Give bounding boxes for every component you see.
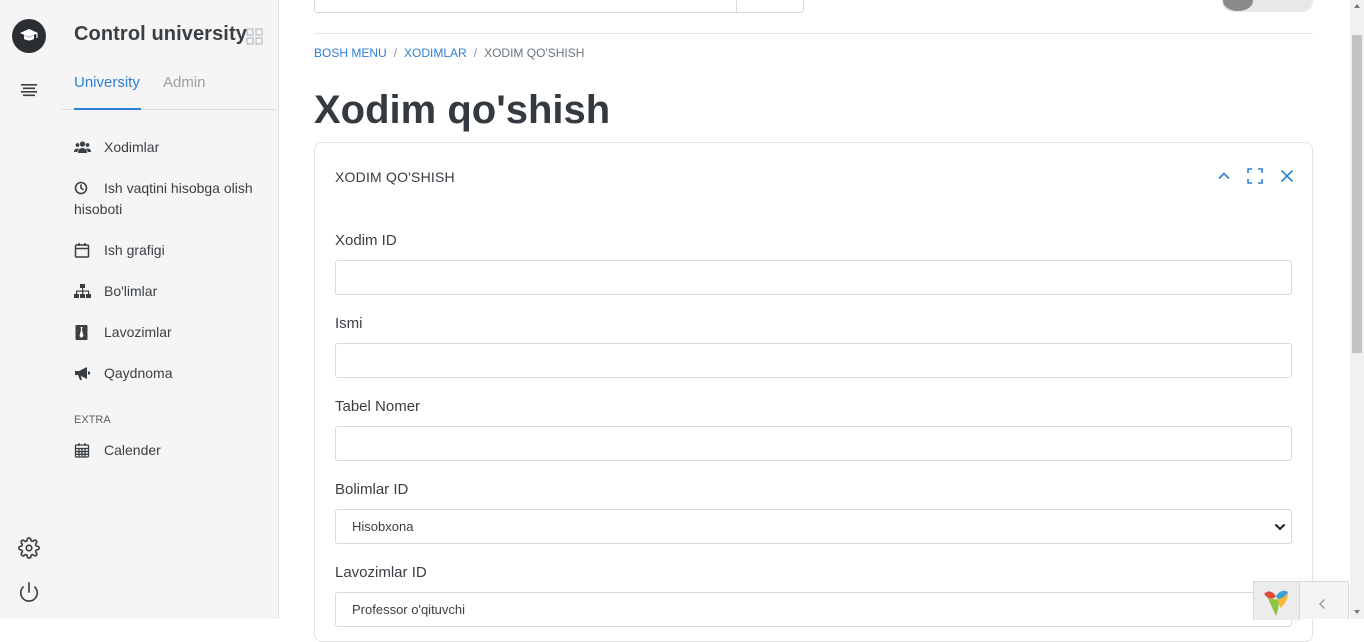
sidebar-item-label: Xodimlar [104, 139, 160, 155]
sidebar-item-label: Ish grafigi [104, 242, 165, 258]
sidebar-item-label: Bo'limlar [104, 283, 158, 299]
sidebar-item-ish-vaqti[interactable]: Ish vaqtini hisobga olish hisoboti [74, 178, 274, 220]
card-title: XODIM QO'SHISH [335, 169, 455, 185]
debug-toolbar [1253, 581, 1349, 620]
bolimlar-select[interactable]: Hisobxona [335, 509, 1292, 544]
select-value: Professor o'qituvchi [352, 602, 466, 617]
form-card: XODIM QO'SHISH Xodim ID Ismi Tabel Nomer… [314, 142, 1313, 642]
breadcrumb: BOSH MENU / XODIMLAR / XODIM QO'SHISH [314, 46, 584, 60]
chevron-down-icon [1273, 520, 1287, 534]
tabel-nomer-input[interactable] [335, 426, 1292, 461]
app-title: Control university [74, 23, 247, 45]
breadcrumb-current: XODIM QO'SHISH [484, 46, 585, 60]
power-icon[interactable] [18, 581, 40, 603]
header-divider [314, 33, 1313, 34]
select-value: Hisobxona [352, 519, 414, 534]
tab-university[interactable]: University [74, 74, 141, 110]
sitemap-icon [74, 283, 91, 300]
breadcrumb-separator: / [473, 46, 478, 60]
section-label-extra: EXTRA [74, 414, 111, 426]
user-menu[interactable] [1222, 0, 1313, 12]
scroll-down-icon[interactable] [1354, 610, 1360, 614]
card-tools [1215, 167, 1295, 185]
megaphone-icon [74, 365, 91, 382]
sidebar-item-label: Calender [104, 442, 161, 458]
main-content: BOSH MENU / XODIMLAR / XODIM QO'SHISH Xodim … [279, 0, 1350, 642]
search-input[interactable] [314, 0, 737, 13]
field-label-bolimlar-id: Bolimlar ID [335, 481, 409, 498]
breadcrumb-separator: / [393, 46, 398, 60]
ismi-input[interactable] [335, 343, 1292, 378]
clock-icon [74, 180, 91, 197]
sidebar-item-label: Lavozimlar [104, 324, 172, 340]
graduation-cap-logo-icon[interactable] [12, 19, 46, 53]
chevron-left-icon[interactable] [1316, 595, 1328, 609]
sidebar-nav: Xodimlar Ish vaqtini hisobga olish hisob… [74, 137, 274, 384]
calendar-icon [74, 242, 91, 259]
sidebar-item-bolimlar[interactable]: Bo'limlar [74, 281, 274, 302]
close-icon[interactable] [1278, 167, 1296, 185]
menu-toggle-icon[interactable] [19, 80, 39, 100]
tab-admin[interactable]: Admin [163, 74, 206, 91]
sidebar-item-label: Qaydnoma [104, 365, 173, 381]
lavozimlar-select[interactable]: Professor o'qituvchi [335, 592, 1292, 627]
sidebar-item-label: Ish vaqtini hisobga olish hisoboti [74, 180, 253, 217]
field-label-xodim-id: Xodim ID [335, 232, 397, 249]
collapse-icon[interactable] [1215, 167, 1233, 185]
users-icon [74, 139, 91, 156]
field-label-lavozimlar-id: Lavozimlar ID [335, 564, 427, 581]
sidebar-item-calender[interactable]: Calender [74, 440, 274, 461]
sidebar-tabs: University Admin [62, 66, 276, 110]
gear-icon[interactable] [18, 537, 40, 559]
avatar [1223, 0, 1253, 11]
sidebar-item-lavozimlar[interactable]: Lavozimlar [74, 322, 274, 343]
sidebar-item-xodimlar[interactable]: Xodimlar [74, 137, 274, 158]
xodim-id-input[interactable] [335, 260, 1292, 295]
sidebar: Control university University Admin Xodi… [58, 0, 279, 619]
search-button[interactable] [736, 0, 804, 13]
scroll-up-icon[interactable] [1354, 4, 1360, 8]
icon-rail [0, 0, 58, 619]
field-label-ismi: Ismi [335, 315, 363, 332]
apps-grid-icon[interactable] [246, 28, 263, 45]
calendar-grid-icon [74, 442, 91, 459]
breadcrumb-section-link[interactable]: XODIMLAR [404, 46, 467, 60]
vertical-scrollbar[interactable] [1350, 0, 1364, 619]
sidebar-item-ish-grafigi[interactable]: Ish grafigi [74, 240, 274, 261]
field-label-tabel-nomer: Tabel Nomer [335, 398, 421, 415]
page-title: Xodim qo'shish [314, 88, 611, 132]
scrollbar-thumb[interactable] [1352, 35, 1362, 353]
sidebar-item-qaydnoma[interactable]: Qaydnoma [74, 363, 274, 384]
yii-logo-icon[interactable] [1254, 582, 1300, 620]
breadcrumb-home-link[interactable]: BOSH MENU [314, 46, 387, 60]
fullscreen-icon[interactable] [1246, 167, 1264, 185]
id-badge-icon [74, 324, 91, 341]
